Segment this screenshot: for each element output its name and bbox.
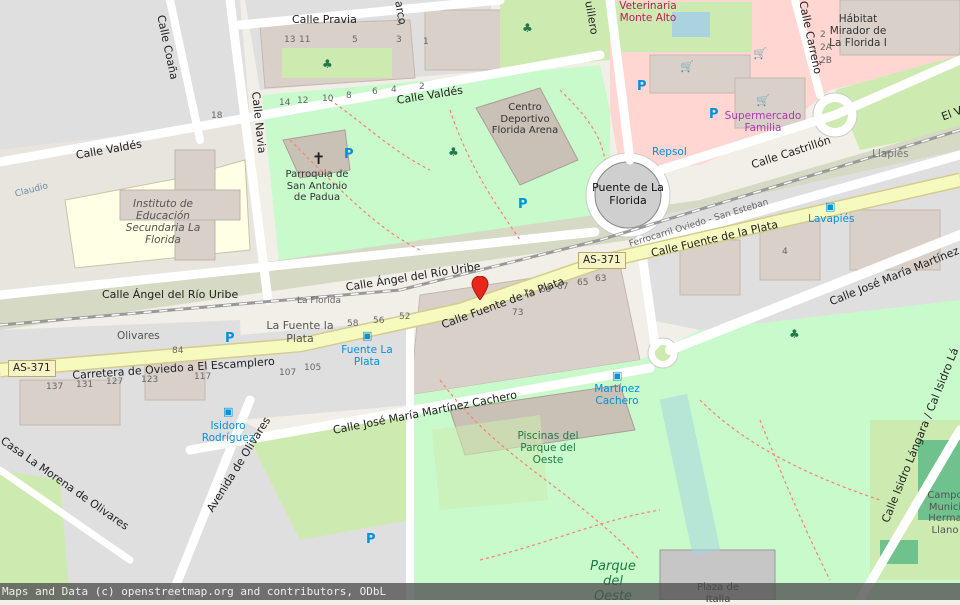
house-number: 71 bbox=[523, 289, 535, 299]
house-number: 4 bbox=[391, 85, 397, 95]
bus-stop-icon[interactable]: ▣ bbox=[223, 405, 233, 419]
house-number: 5 bbox=[352, 35, 358, 45]
shop-icon: 🛒 bbox=[756, 94, 770, 107]
house-number: 65 bbox=[577, 278, 589, 288]
tree-icon: ♣ bbox=[789, 327, 800, 341]
place-label-parroquia: Parroquia de San Antonio de Padua bbox=[285, 169, 349, 203]
bus-stop-label-fuente-plata: Fuente La Plata bbox=[341, 344, 393, 369]
parking-icon: P bbox=[709, 107, 719, 122]
house-number: 2A bbox=[820, 43, 832, 53]
house-number: 84 bbox=[172, 346, 184, 356]
house-number: 63 bbox=[595, 274, 607, 284]
place-label-centro-deportivo: Centro Deportivo Florida Arena bbox=[491, 102, 559, 136]
route-shield-as371-right: AS-371 bbox=[578, 252, 626, 269]
place-label-piscinas: Piscinas del Parque del Oeste bbox=[517, 430, 579, 467]
tree-icon: ♣ bbox=[522, 21, 533, 35]
house-number: 117 bbox=[194, 372, 212, 382]
house-number: 11 bbox=[299, 35, 311, 45]
house-number: 56 bbox=[373, 316, 385, 326]
house-number: 137 bbox=[46, 382, 64, 392]
house-number: 2B bbox=[820, 56, 832, 66]
place-label-puente-florida: Puente de La Florida bbox=[592, 181, 664, 207]
bus-stop-label-martinez-cachero: Martínez Cachero bbox=[594, 383, 640, 408]
house-number: 107 bbox=[279, 368, 297, 378]
place-label-campo: Campo Munici Herma Llano bbox=[927, 490, 960, 536]
house-number: 58 bbox=[347, 319, 359, 329]
house-number: 52 bbox=[399, 312, 411, 322]
bus-stop-icon[interactable]: ▣ bbox=[825, 200, 835, 214]
house-number: 69 bbox=[540, 285, 552, 295]
place-label-repsol: Repsol bbox=[652, 146, 687, 158]
route-shield-as371-left: AS-371 bbox=[8, 360, 56, 377]
bus-stop-icon[interactable]: ▣ bbox=[362, 329, 372, 343]
house-number: 14 bbox=[279, 98, 291, 108]
parking-icon: P bbox=[637, 79, 647, 94]
church-icon: ✝ bbox=[312, 149, 325, 168]
tree-icon: ♣ bbox=[448, 145, 459, 159]
place-label-instituto: Instituto de Educación Secundaria La Flo… bbox=[125, 198, 201, 247]
street-label-calle-pravia: Calle Pravia bbox=[292, 13, 357, 26]
map-attribution[interactable]: Maps and Data (c) openstreetmap.org and … bbox=[0, 583, 960, 600]
parking-icon: P bbox=[344, 147, 354, 162]
house-number: 13 bbox=[284, 35, 296, 45]
bus-stop-label-lavapies: Lavapiés bbox=[808, 213, 855, 225]
tree-icon: ♣ bbox=[322, 57, 333, 71]
shop-icon: 🛒 bbox=[680, 60, 694, 73]
railway-label-la-florida: La Florida bbox=[297, 296, 342, 306]
house-number: 1 bbox=[423, 37, 429, 47]
house-number: 3 bbox=[396, 35, 402, 45]
house-number: 105 bbox=[304, 363, 322, 373]
street-label-calle-angel-left: Calle Ángel del Río Uribe bbox=[102, 288, 239, 301]
house-number: 2 bbox=[820, 30, 826, 40]
house-number: 4 bbox=[782, 247, 788, 257]
place-label-habitat: Hábitat Mirador de La Florida I bbox=[829, 13, 887, 50]
place-label-veterinaria: Veterinaria Monte Alto bbox=[619, 0, 677, 25]
house-number: 123 bbox=[141, 375, 159, 385]
house-number: 127 bbox=[106, 377, 124, 387]
house-number: 6 bbox=[372, 87, 378, 97]
place-label-olivares: Olivares bbox=[117, 330, 160, 342]
map-pin-icon[interactable] bbox=[471, 276, 489, 300]
parking-icon: P bbox=[518, 197, 528, 212]
parking-icon: P bbox=[366, 532, 376, 547]
house-number: 3 bbox=[396, 18, 402, 28]
bus-stop-icon[interactable]: ▣ bbox=[612, 369, 622, 383]
house-number: 131 bbox=[76, 380, 94, 390]
bus-stop-label-isidoro: Isidoro Rodríguez bbox=[201, 420, 255, 445]
house-number: 12 bbox=[297, 96, 309, 106]
house-number: 10 bbox=[322, 94, 334, 104]
house-number: 18 bbox=[211, 111, 223, 121]
parking-icon: P bbox=[225, 331, 235, 346]
house-number: 73 bbox=[512, 308, 524, 318]
house-number: 67 bbox=[557, 282, 569, 292]
place-label-supermercado: Supermercado Familia bbox=[724, 110, 802, 135]
place-label-fuente-plata: La Fuente la Plata bbox=[266, 319, 334, 345]
shop-icon: 🛒 bbox=[753, 47, 767, 60]
house-number: 8 bbox=[346, 91, 352, 101]
place-label-llapies: Llapiés bbox=[872, 148, 909, 160]
house-number: 2 bbox=[419, 82, 425, 92]
